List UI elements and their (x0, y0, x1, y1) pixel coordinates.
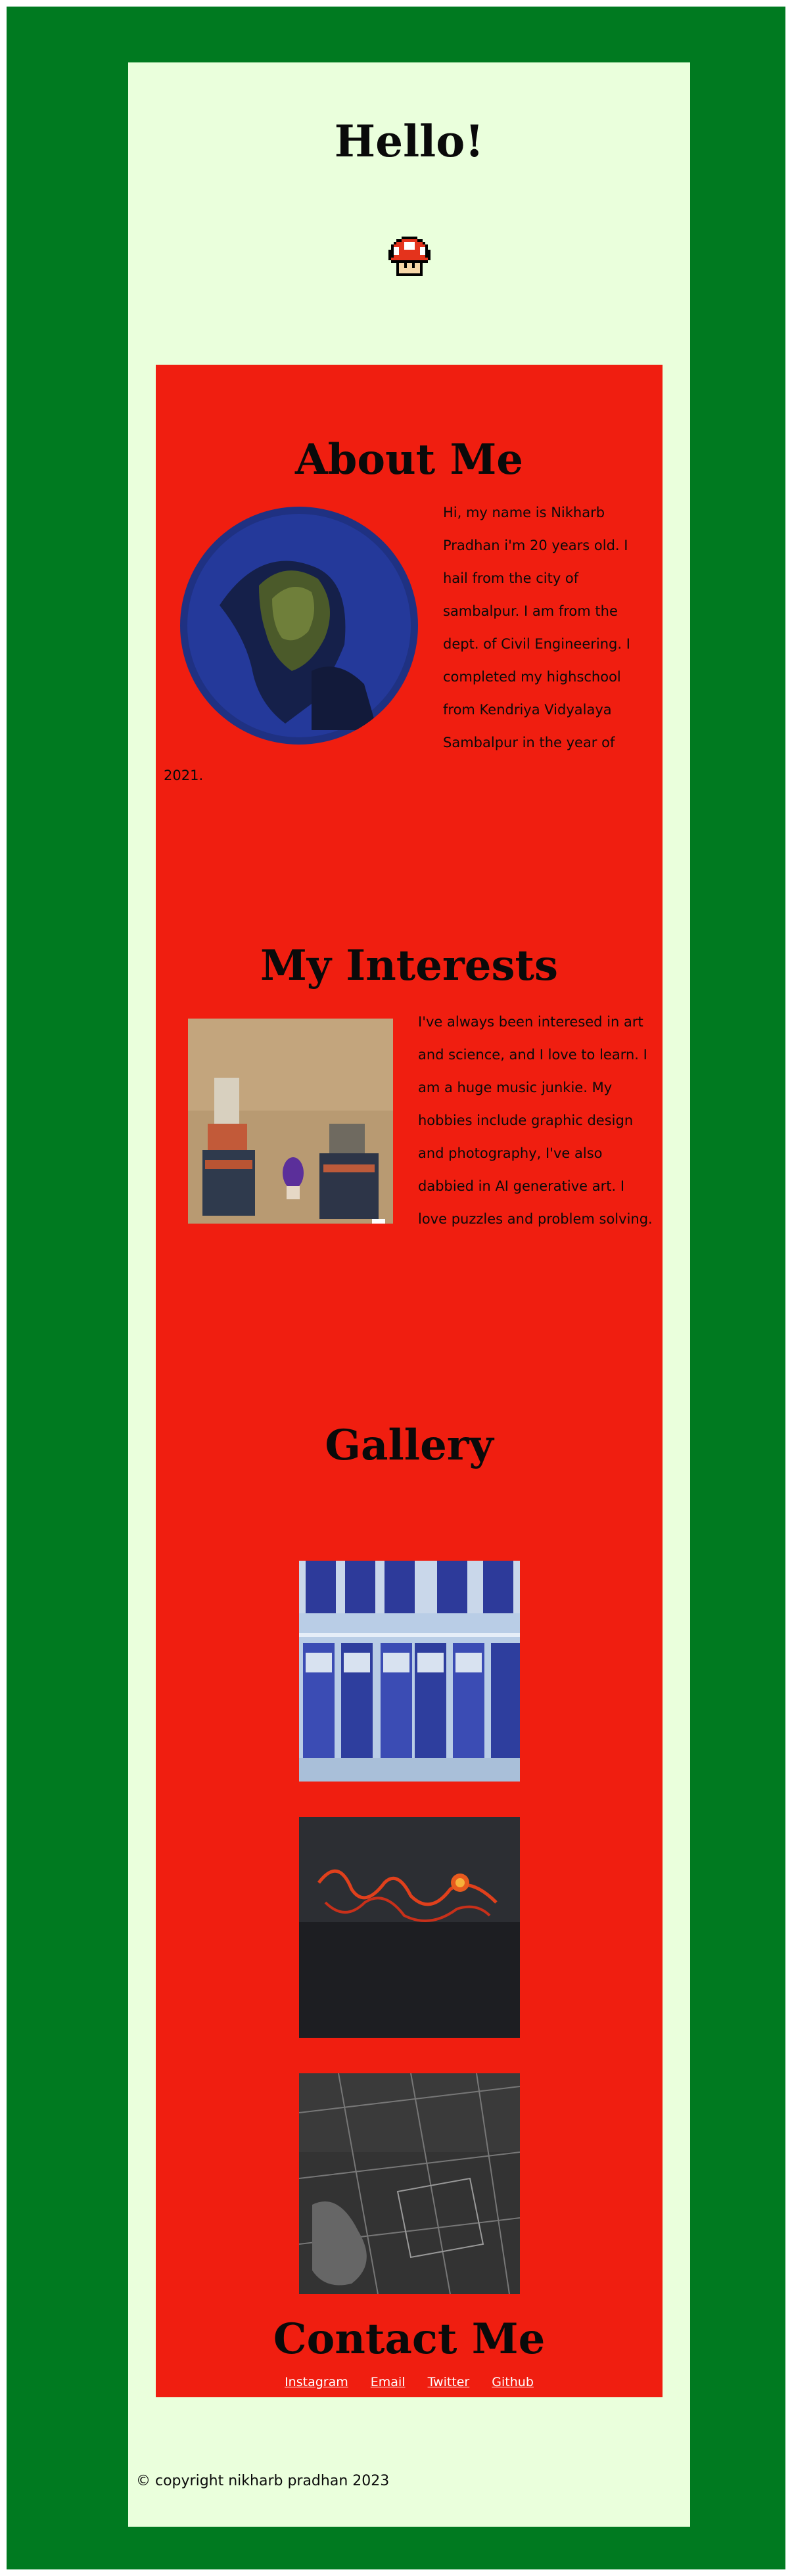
interests-image (188, 1019, 393, 1224)
gallery-image-art (299, 1817, 520, 2038)
email-link[interactable]: Email (371, 2375, 406, 2389)
profile-avatar (180, 507, 418, 745)
instagram-link[interactable]: Instagram (285, 2375, 348, 2389)
contact-title: Contact Me (273, 2314, 546, 2364)
github-link[interactable]: Github (492, 2375, 534, 2389)
interests-text: I've always been interesed in art and sc… (418, 1014, 653, 1227)
gallery-image-map (299, 2073, 520, 2294)
mushroom-icon (388, 237, 431, 279)
about-title: About Me (294, 435, 524, 484)
gallery-image-cans (299, 1561, 520, 1782)
content-panel: About Me Hi, my name is Nikharb Pradhan … (156, 365, 663, 2397)
about-section: Hi, my name is Nikharb Pradhan i'm 20 ye… (164, 496, 655, 792)
outer-frame: Hello! About Me Hi, my name is Nikharb P… (7, 7, 785, 2569)
page-title: Hello! (334, 116, 484, 167)
page-container: Hello! About Me Hi, my name is Nikharb P… (128, 62, 690, 2527)
copyright-text: © copyright nikharb pradhan 2023 (136, 2473, 390, 2489)
interests-title: My Interests (260, 941, 559, 990)
gallery-title: Gallery (325, 1421, 494, 1470)
contact-links: Instagram Email Twitter Github (156, 2374, 663, 2391)
twitter-link[interactable]: Twitter (428, 2375, 470, 2389)
interests-section: I've always been interesed in art and sc… (164, 1005, 655, 1235)
